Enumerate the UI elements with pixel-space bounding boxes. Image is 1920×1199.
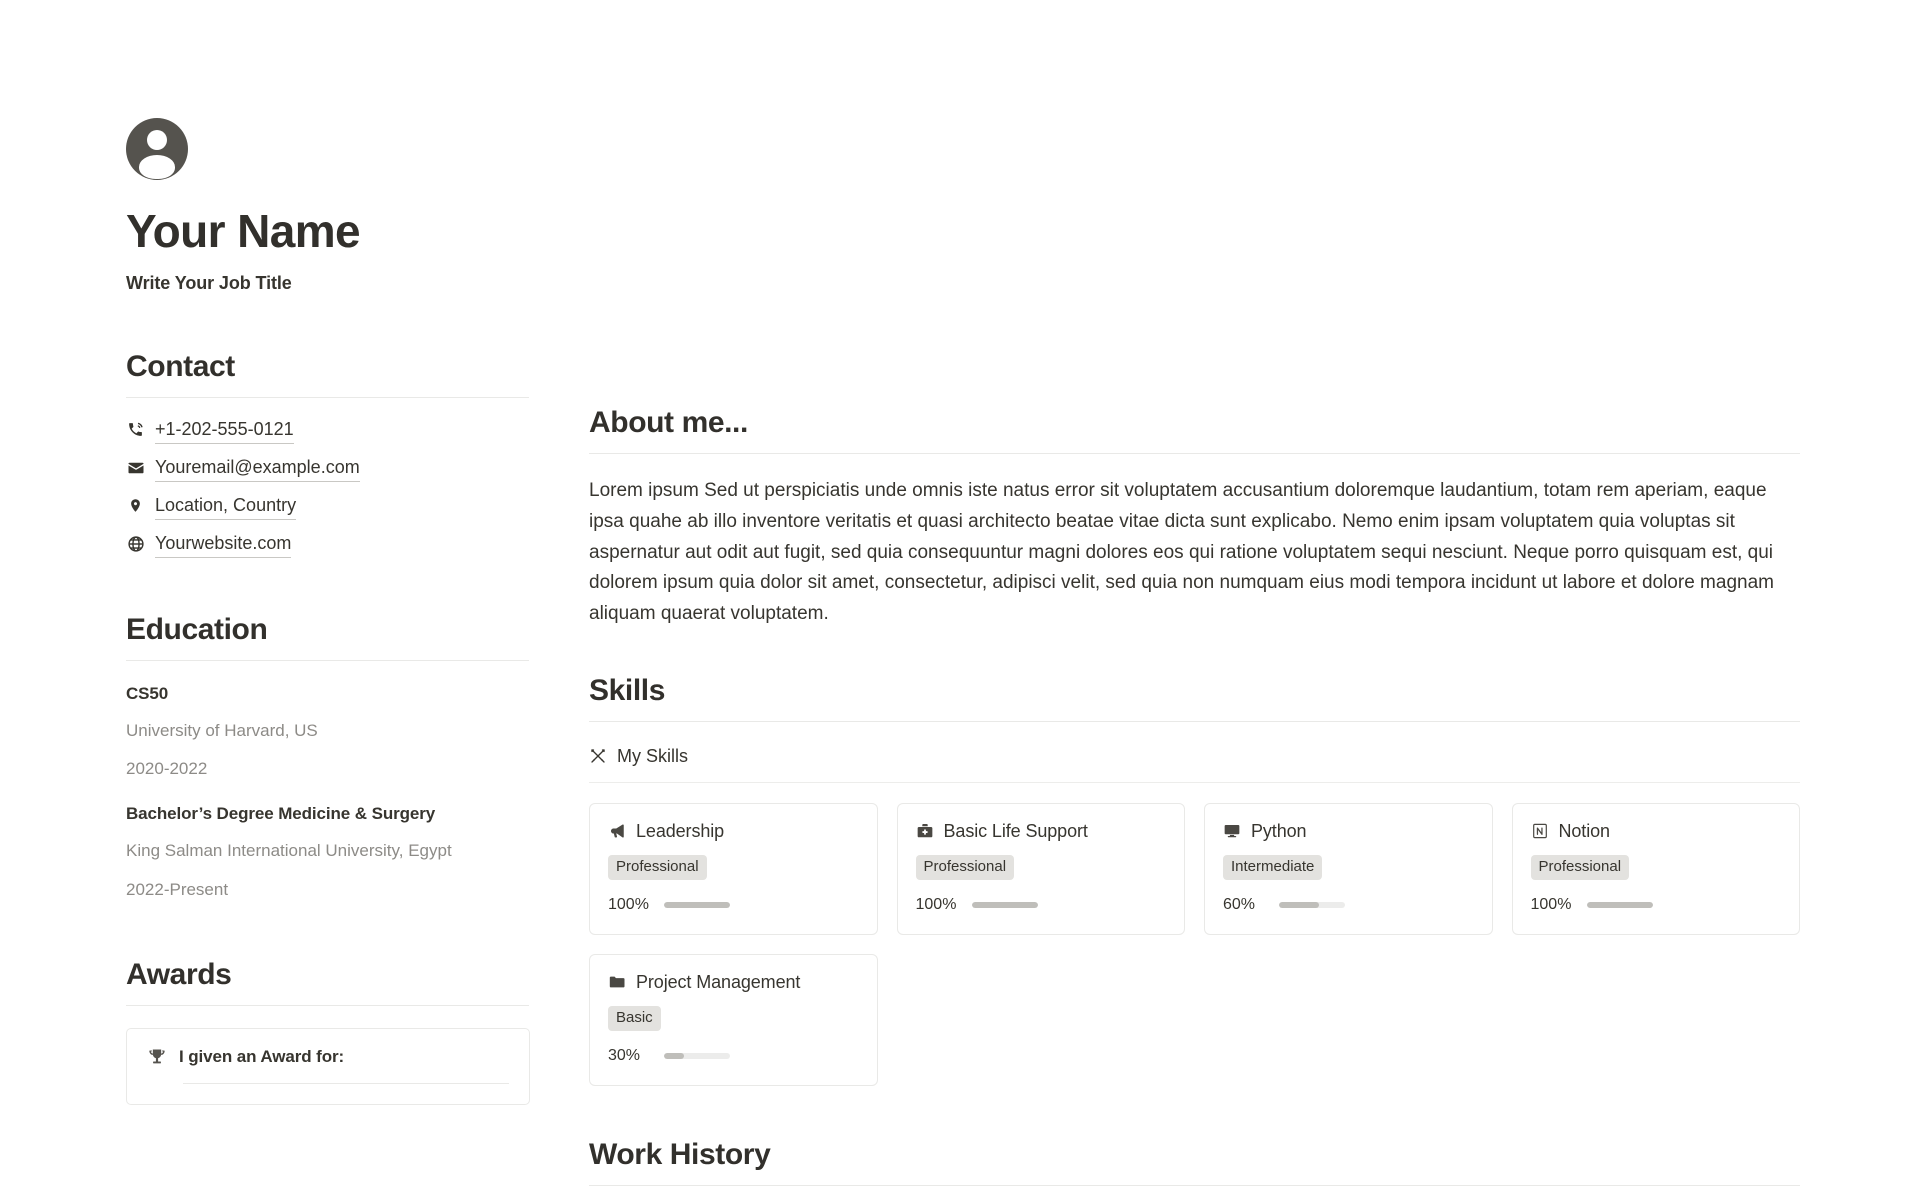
skill-progress-track (971, 901, 1038, 908)
folder-icon (608, 973, 627, 992)
skill-percent-label: 60% (1223, 895, 1256, 913)
job-title: Write Your Job Title (126, 272, 292, 293)
main-content: About me... Lorem ipsum Sed ut perspicia… (589, 118, 1920, 1186)
phone-icon (126, 420, 145, 439)
award-field-underline (183, 1082, 509, 1084)
education-degree: CS50 (126, 683, 169, 703)
about-heading: About me... (589, 406, 748, 439)
avatar-head-shape (147, 130, 167, 150)
awards-heading: Awards (126, 957, 232, 991)
contact-location-text: Location, Country (155, 492, 297, 520)
skill-level-badge: Intermediate (1223, 854, 1323, 880)
education-divider (126, 659, 529, 661)
map-pin-icon (126, 496, 145, 515)
first-aid-kit-icon (916, 822, 935, 841)
education-school: University of Harvard, US (126, 720, 318, 740)
skills-group-label: My Skills (617, 745, 688, 766)
skill-progress-track (1586, 901, 1653, 908)
skill-name: Python (1251, 820, 1307, 841)
skill-name: Project Management (636, 971, 801, 992)
sidebar: Your Name Write Your Job Title Contact +… (126, 118, 530, 1105)
skill-card[interactable]: Notion Professional 100% (1511, 802, 1800, 935)
contact-email-text: Youremail@example.com (155, 454, 360, 482)
education-years: 2022-Present (126, 879, 229, 899)
education-degree: Bachelor’s Degree Medicine & Surgery (126, 804, 436, 824)
user-avatar-icon (126, 118, 188, 180)
skill-progress-track (664, 901, 730, 908)
skill-level-badge: Professional (1530, 854, 1630, 880)
skills-group-label-row: My Skills (589, 746, 1800, 783)
skill-card[interactable]: Leadership Professional 100% (589, 802, 878, 935)
work-history-section: Work History (589, 1138, 1800, 1186)
awards-section: Awards I given an Award for: (126, 957, 530, 1105)
contact-phone-text: +1-202-555-0121 (155, 416, 294, 444)
envelope-icon (126, 458, 145, 477)
contact-item-location[interactable]: Location, Country (126, 492, 529, 520)
skill-level-badge: Basic (608, 1005, 661, 1031)
skills-divider (589, 720, 1800, 722)
about-section: About me... Lorem ipsum Sed ut perspicia… (589, 406, 1800, 630)
award-card[interactable]: I given an Award for: (126, 1027, 530, 1105)
awards-divider (126, 1004, 529, 1006)
skill-progress-track (1279, 901, 1345, 908)
contact-item-website[interactable]: Yourwebsite.com (126, 530, 529, 558)
about-divider (589, 453, 1800, 454)
contact-list: +1-202-555-0121 Youremail@example.com Lo… (126, 416, 529, 558)
contact-divider (126, 396, 529, 398)
avatar-body-shape (139, 155, 175, 179)
skill-progress-track (664, 1052, 730, 1059)
work-history-divider (589, 1184, 1800, 1186)
skill-level-badge: Professional (608, 854, 707, 880)
skill-card[interactable]: Basic Life Support Professional 100% (896, 802, 1185, 935)
education-entry: Bachelor’s Degree Medicine & Surgery Kin… (126, 803, 529, 902)
skill-progress-fill (1279, 901, 1319, 908)
skill-progress-fill (664, 901, 730, 908)
skill-name: Notion (1558, 820, 1611, 841)
globe-icon (126, 534, 145, 553)
skill-percent-label: 100% (915, 895, 957, 913)
page-title: Your Name (126, 205, 361, 257)
resume-page: Your Name Write Your Job Title Contact +… (0, 0, 1920, 1199)
skill-progress-fill (664, 1052, 684, 1059)
megaphone-icon (608, 822, 627, 841)
education-entry: CS50 University of Harvard, US 2020-2022 (126, 683, 529, 782)
award-label: I given an Award for: (179, 1046, 345, 1066)
contact-heading: Contact (126, 349, 235, 383)
skill-name: Basic Life Support (943, 820, 1088, 841)
notion-notebook-icon (1531, 822, 1550, 841)
skill-card[interactable]: Project Management Basic 30% (589, 953, 878, 1086)
contact-item-email[interactable]: Youremail@example.com (126, 454, 529, 482)
contact-section: Contact +1-202-555-0121 Youremail@exampl… (126, 349, 529, 558)
desktop-monitor-icon (1223, 822, 1242, 841)
education-heading: Education (126, 612, 268, 646)
trophy-icon (147, 1047, 167, 1067)
skill-card[interactable]: Python Intermediate 60% (1204, 802, 1493, 935)
skills-section: Skills My Skills Leadership Professional… (589, 674, 1800, 1086)
skill-progress-fill (971, 901, 1038, 908)
skill-level-badge: Professional (915, 854, 1015, 880)
skill-progress-fill (1586, 901, 1653, 908)
skill-percent-label: 100% (608, 895, 649, 913)
education-section: Education CS50 University of Harvard, US… (126, 613, 529, 902)
skill-name: Leadership (636, 820, 725, 841)
skills-heading: Skills (589, 673, 665, 707)
work-history-heading: Work History (589, 1137, 771, 1171)
contact-item-phone[interactable]: +1-202-555-0121 (126, 416, 529, 444)
about-body-text: Lorem ipsum Sed ut perspiciatis unde omn… (589, 480, 1774, 625)
education-years: 2020-2022 (126, 759, 208, 779)
skill-percent-label: 100% (1530, 895, 1572, 913)
skill-percent-label: 30% (608, 1046, 641, 1064)
crossed-arrows-icon (589, 747, 608, 766)
education-school: King Salman International University, Eg… (126, 841, 452, 861)
skills-grid: Leadership Professional 100% Basic Life … (589, 802, 1800, 1086)
contact-website-text: Yourwebsite.com (155, 530, 292, 558)
